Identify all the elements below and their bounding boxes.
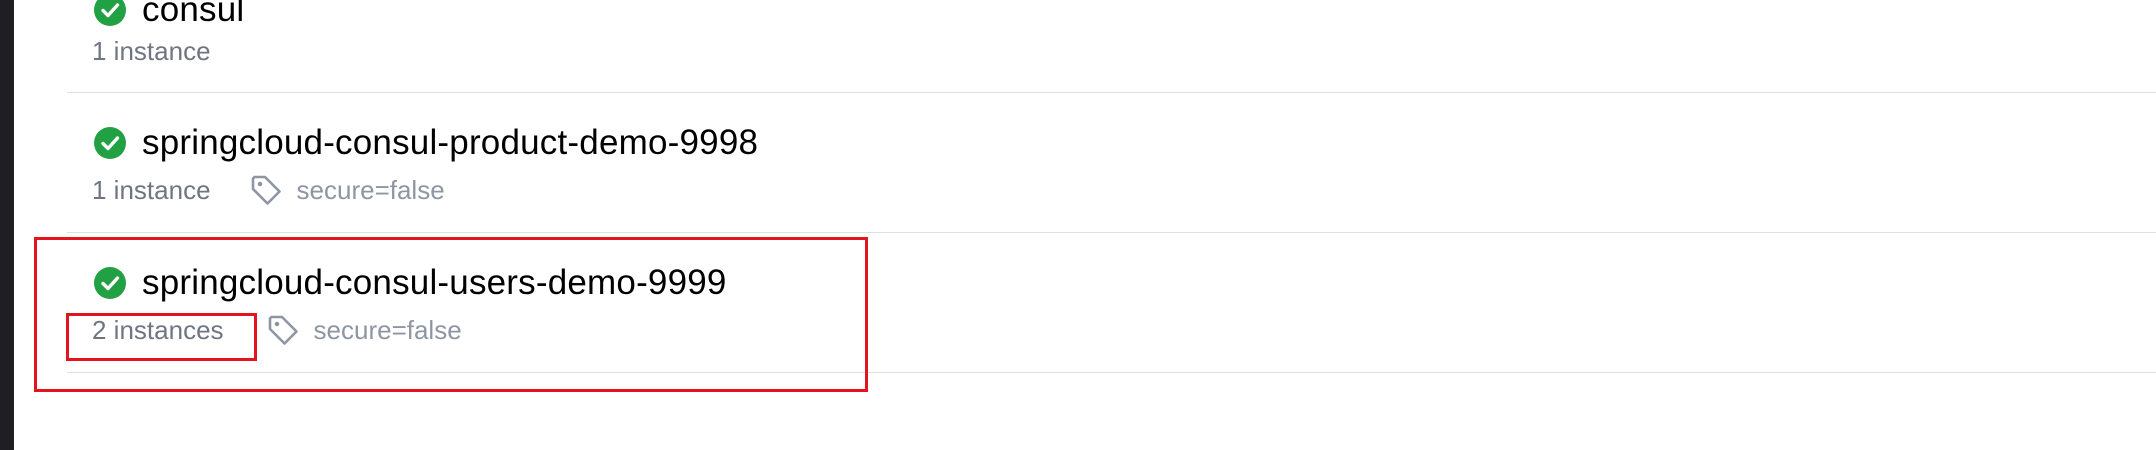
check-circle-icon	[94, 127, 126, 159]
highlight-box-instances	[66, 313, 257, 361]
instance-count: 1 instance	[92, 36, 211, 66]
service-item-product-demo[interactable]: springcloud-consul-product-demo-9998 1 i…	[67, 93, 2156, 232]
service-name[interactable]: springcloud-consul-product-demo-9998	[142, 123, 758, 163]
service-name[interactable]: consul	[142, 0, 244, 30]
tag-label: secure=false	[296, 174, 445, 205]
service-list: consul 1 instance springcloud-consul-pro…	[0, 0, 2156, 450]
check-circle-icon	[94, 0, 126, 26]
tag-icon	[251, 175, 281, 205]
service-tag: secure=false	[249, 173, 445, 207]
instance-count: 1 instance	[92, 174, 211, 205]
service-item-consul[interactable]: consul 1 instance	[67, 0, 2156, 92]
